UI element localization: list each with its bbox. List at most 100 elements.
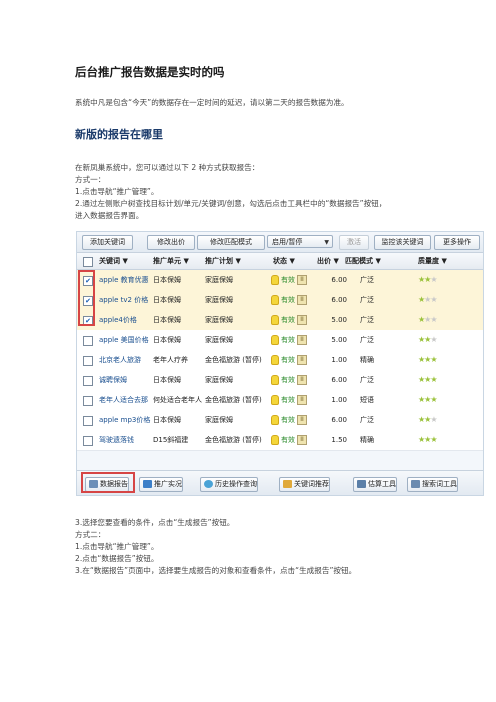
bid-cell[interactable]: 5.00 (317, 330, 347, 350)
plan-cell[interactable]: 家庭保姆 (205, 270, 269, 290)
match-cell[interactable]: 广泛 (360, 270, 394, 290)
match-cell[interactable]: 精确 (360, 430, 394, 450)
row-checkbox[interactable] (83, 396, 93, 406)
plan-cell[interactable]: 家庭保姆 (205, 330, 269, 350)
row-checkbox[interactable] (83, 376, 93, 386)
bid-cell[interactable]: 6.00 (317, 410, 347, 430)
method-one-label: 方式一： (75, 175, 106, 184)
pause-icon[interactable]: II (297, 295, 307, 305)
pause-icon[interactable]: II (297, 435, 307, 445)
bid-cell[interactable]: 6.00 (317, 290, 347, 310)
col-keyword[interactable]: 关键词 ▼ (99, 253, 128, 269)
match-cell[interactable]: 广泛 (360, 370, 394, 390)
plan-cell[interactable]: 家庭保姆 (205, 290, 269, 310)
keyword-cell[interactable]: 驾驶遗落钱 (99, 430, 151, 450)
star-icon: ★ (430, 335, 437, 344)
plan-cell[interactable]: 金色福旅游 (暂停) (205, 390, 269, 410)
unit-cell[interactable]: 日本保姆 (153, 410, 203, 430)
bid-cell[interactable]: 6.00 (317, 270, 347, 290)
realtime-button[interactable]: 推广实况 (139, 477, 183, 492)
bid-cell[interactable]: 1.50 (317, 430, 347, 450)
monitor-icon (143, 480, 152, 488)
table-row[interactable]: 老年人适合去那 何处适合老年人 金色福旅游 (暂停) 有效 II 1.00 短语 ★★★ (77, 390, 483, 411)
unit-cell[interactable]: D15斜福建 (153, 430, 203, 450)
unit-cell[interactable]: 老年人疗养 (153, 350, 203, 370)
add-keyword-button[interactable]: 添加关键词 (82, 235, 133, 250)
table-row[interactable]: 诚聘保姆 日本保姆 家庭保姆 有效 II 6.00 广泛 ★★★ (77, 370, 483, 391)
unit-cell[interactable]: 日本保姆 (153, 330, 203, 350)
quality-rating: ★★★ (418, 310, 438, 330)
activate-button[interactable]: 激活 (339, 235, 369, 250)
match-cell[interactable]: 精确 (360, 350, 394, 370)
monitor-keyword-button[interactable]: 监控该关键词 (374, 235, 431, 250)
edit-bid-button[interactable]: 修改出价 (147, 235, 195, 250)
keyword-cell[interactable]: 诚聘保姆 (99, 370, 151, 390)
keyword-cell[interactable]: apple mp3价格 (99, 410, 151, 430)
paragraph-ways: 在新凤巢系统中，您可以通过以下 2 种方式获取报告： (75, 163, 260, 172)
bid-cell[interactable]: 5.00 (317, 310, 347, 330)
bid-cell[interactable]: 6.00 (317, 370, 347, 390)
keyword-cell[interactable]: apple4价格 (99, 310, 151, 330)
step-2a: 2.通过左侧账户树查找目标计划/单元/关键词/创意，勾选后点击工具栏中的“数据报… (75, 199, 387, 208)
enable-pause-select[interactable]: 启用/暂停 ▼ (267, 235, 333, 248)
match-cell[interactable]: 广泛 (360, 310, 394, 330)
keyword-cell[interactable]: 北京老人旅游 (99, 350, 151, 370)
estimate-tool-button[interactable]: 估算工具 (353, 477, 397, 492)
unit-cell[interactable]: 日本保姆 (153, 370, 203, 390)
row-checkbox[interactable] (83, 336, 93, 346)
edit-match-button[interactable]: 修改匹配模式 (197, 235, 265, 250)
plan-cell[interactable]: 金色福旅游 (暂停) (205, 430, 269, 450)
lightbulb-icon (271, 395, 279, 405)
pause-icon[interactable]: II (297, 315, 307, 325)
table-row[interactable]: 北京老人旅游 老年人疗养 金色福旅游 (暂停) 有效 II 1.00 精确 ★★★ (77, 350, 483, 371)
match-cell[interactable]: 短语 (360, 390, 394, 410)
col-status[interactable]: 状态 ▼ (273, 253, 295, 269)
keyword-cell[interactable]: 老年人适合去那 (99, 390, 151, 410)
table-row[interactable]: 驾驶遗落钱 D15斜福建 金色福旅游 (暂停) 有效 II 1.50 精确 ★★★ (77, 430, 483, 451)
pause-icon[interactable]: II (297, 395, 307, 405)
unit-cell[interactable]: 日本保姆 (153, 270, 203, 290)
select-all-checkbox[interactable] (83, 257, 93, 267)
col-bid[interactable]: 出价 ▼ (317, 253, 339, 269)
col-match[interactable]: 匹配模式 ▼ (345, 253, 381, 269)
history-button[interactable]: 历史操作查询 (200, 477, 258, 492)
table-row[interactable]: ✔ apple 教育优惠 日本保姆 家庭保姆 有效 II 6.00 广泛 ★★★ (77, 270, 483, 291)
row-checkbox[interactable] (83, 356, 93, 366)
pause-icon[interactable]: II (297, 375, 307, 385)
unit-cell[interactable]: 日本保姆 (153, 290, 203, 310)
plan-cell[interactable]: 家庭保姆 (205, 410, 269, 430)
table-row[interactable]: ✔ apple4价格 日本保姆 家庭保姆 有效 II 5.00 广泛 ★★★ (77, 310, 483, 331)
col-quality[interactable]: 质量度 ▼ (418, 253, 447, 269)
keyword-cell[interactable]: apple 美国价格 (99, 330, 151, 350)
match-cell[interactable]: 广泛 (360, 330, 394, 350)
bid-cell[interactable]: 1.00 (317, 390, 347, 410)
match-cell[interactable]: 广泛 (360, 410, 394, 430)
match-cell[interactable]: 广泛 (360, 290, 394, 310)
pause-icon[interactable]: II (297, 355, 307, 365)
status-text: 有效 (281, 316, 295, 324)
table-row[interactable]: apple mp3价格 日本保姆 家庭保姆 有效 II 6.00 广泛 ★★★ (77, 410, 483, 431)
pause-icon[interactable]: II (297, 335, 307, 345)
more-actions-button[interactable]: 更多操作 (434, 235, 480, 250)
row-checkbox[interactable] (83, 416, 93, 426)
lightbulb-icon (271, 295, 279, 305)
unit-cell[interactable]: 日本保姆 (153, 310, 203, 330)
keyword-cell[interactable]: apple 教育优惠 (99, 270, 151, 290)
pause-icon[interactable]: II (297, 275, 307, 285)
col-status-label: 状态 (273, 257, 287, 265)
search-term-tool-button[interactable]: 搜索词工具 (407, 477, 458, 492)
keyword-cell[interactable]: apple tv2 价格 (99, 290, 151, 310)
table-row[interactable]: ✔ apple tv2 价格 日本保姆 家庭保姆 有效 II 6.00 广泛 ★★★ (77, 290, 483, 311)
col-unit[interactable]: 推广单元 ▼ (153, 253, 189, 269)
bid-cell[interactable]: 1.00 (317, 350, 347, 370)
table-row[interactable]: apple 美国价格 日本保姆 家庭保姆 有效 II 5.00 广泛 ★★★ (77, 330, 483, 351)
col-plan[interactable]: 推广计划 ▼ (205, 253, 241, 269)
plan-cell[interactable]: 家庭保姆 (205, 370, 269, 390)
unit-cell[interactable]: 何处适合老年人 (153, 390, 203, 410)
plan-cell[interactable]: 家庭保姆 (205, 310, 269, 330)
plan-cell[interactable]: 金色福旅游 (暂停) (205, 350, 269, 370)
row-checkbox[interactable] (83, 436, 93, 446)
alt-step-1: 1.点击导航“推广管理”。 (75, 542, 159, 551)
keyword-recommend-button[interactable]: 关键词推荐 (279, 477, 330, 492)
pause-icon[interactable]: II (297, 415, 307, 425)
